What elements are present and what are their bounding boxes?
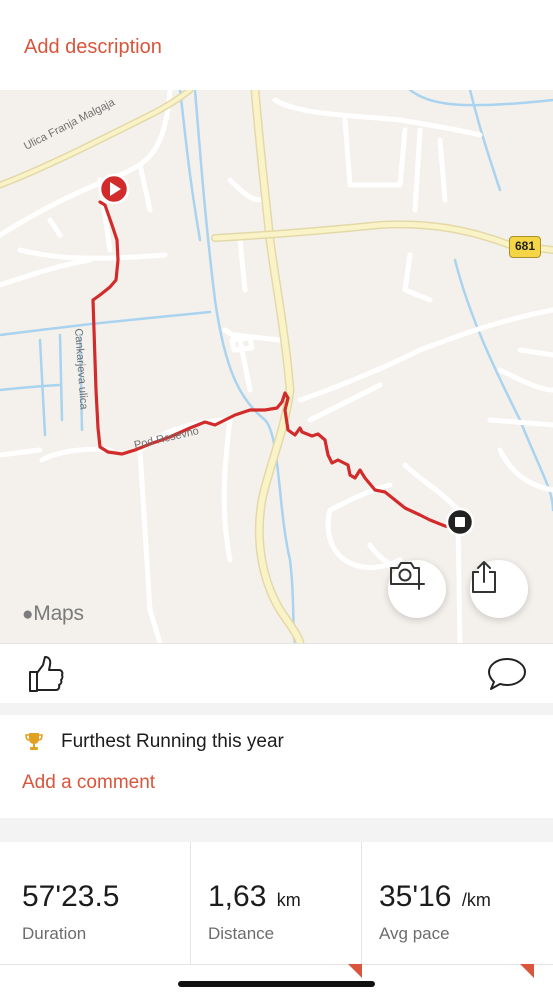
stat-value: 35'16 /km — [379, 880, 491, 913]
trophy-icon — [25, 733, 43, 750]
achievement-text: Furthest Running this year — [61, 731, 284, 752]
speech-bubble-icon — [488, 658, 526, 690]
route-line — [91, 200, 462, 532]
share-icon — [472, 561, 496, 593]
home-indicator[interactable] — [178, 981, 375, 987]
road-number-badge: 681 — [509, 236, 541, 258]
stat-label: Avg pace — [379, 924, 450, 943]
stat-label: Distance — [208, 924, 275, 943]
start-marker — [98, 173, 130, 205]
section-spacer — [0, 703, 553, 715]
divider — [0, 964, 553, 965]
share-button[interactable] — [470, 560, 528, 618]
stat-duration[interactable]: 57'23.5 Duration — [0, 842, 191, 964]
like-button[interactable] — [26, 654, 66, 694]
stat-distance[interactable]: 1,63 km Distance — [191, 842, 362, 964]
comment-button[interactable] — [486, 656, 528, 692]
add-comment-link[interactable]: Add a comment — [22, 772, 155, 794]
stat-avg-pace[interactable]: 35'16 /km Avg pace — [362, 842, 553, 964]
section-spacer — [0, 818, 553, 842]
description-bar: Add description — [0, 0, 553, 90]
add-description-link[interactable]: Add description — [24, 36, 162, 59]
stat-label: Duration — [22, 924, 87, 943]
maps-attribution: ●Maps — [22, 602, 84, 625]
finish-marker — [445, 507, 475, 537]
action-row — [0, 643, 553, 703]
add-photo-button[interactable] — [388, 560, 446, 618]
corner-mark — [348, 964, 362, 978]
stat-value: 57'23.5 — [22, 880, 120, 913]
achievement-row: Furthest Running this year — [0, 715, 553, 767]
apple-logo-icon: ● — [22, 604, 34, 625]
route-map[interactable]: Ulica Franja Malgaja Cankarjeva ulica Po… — [0, 90, 553, 643]
camera-add-icon — [390, 562, 425, 590]
thumbs-up-icon — [29, 656, 64, 692]
stat-value: 1,63 km — [208, 880, 301, 913]
corner-mark — [520, 964, 534, 978]
stats-grid: 57'23.5 Duration 1,63 km Distance 35'16 … — [0, 842, 553, 1000]
